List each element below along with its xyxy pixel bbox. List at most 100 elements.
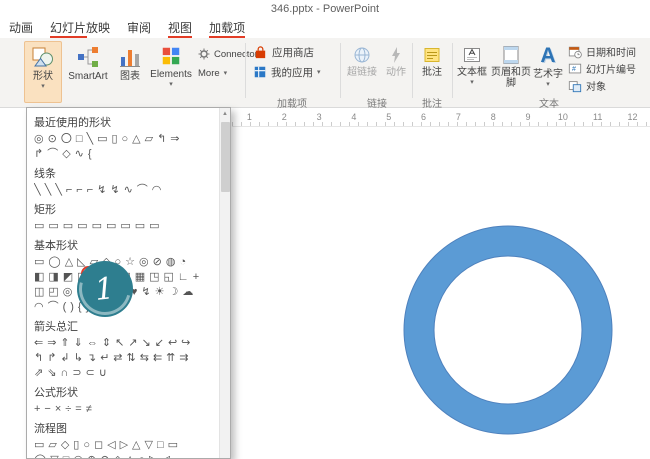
gear-icon bbox=[198, 48, 210, 60]
menu-bar: 动画 幻灯片放映 审阅 视图 加载项 bbox=[0, 18, 650, 38]
action-button[interactable]: 动作 bbox=[382, 41, 410, 103]
smartart-button[interactable]: SmartArt bbox=[64, 41, 112, 103]
chart-button[interactable]: 图表 bbox=[114, 41, 146, 103]
shape-category-title: 流程图 bbox=[34, 423, 216, 436]
dropdown-caret-icon: ▾ bbox=[41, 84, 45, 90]
textbox-button[interactable]: 文本框 ▾ bbox=[454, 41, 490, 103]
header-footer-label: 页眉和页脚 bbox=[491, 67, 531, 89]
header-footer-button[interactable]: 页眉和页脚 bbox=[490, 41, 532, 103]
panel-scrollbar[interactable]: ▲ bbox=[219, 108, 230, 458]
ruler-number: 2 bbox=[267, 111, 302, 126]
chart-icon bbox=[118, 45, 142, 69]
shape-category-title: 公式形状 bbox=[34, 387, 216, 400]
ruler-number: 1 bbox=[232, 111, 267, 126]
dropdown-caret-icon: ▾ bbox=[224, 69, 228, 77]
dropdown-caret-icon: ▾ bbox=[470, 80, 474, 86]
ruler: 123456789101112 bbox=[232, 111, 650, 127]
donut-shape[interactable] bbox=[402, 224, 614, 436]
dropdown-caret-icon: ▾ bbox=[546, 82, 550, 88]
comment-button[interactable]: 批注 bbox=[416, 41, 448, 103]
shape-row[interactable]: ↰↱↲↳↴↵⇄⇅⇆⇇⇈⇉ bbox=[34, 351, 216, 366]
hyperlink-label: 超链接 bbox=[347, 67, 377, 78]
shape-row[interactable]: +−×÷=≠ bbox=[34, 402, 216, 417]
shape-category-arrows: 箭头总汇 ⇐⇒⇑⇓⇔⇕↖↗↘↙↩↪ ↰↱↲↳↴↵⇄⇅⇆⇇⇈⇉ ⇗⇘∩⊃⊂∪ bbox=[34, 321, 216, 381]
datetime-button[interactable]: 日期和时间 bbox=[568, 44, 636, 59]
shape-row[interactable]: ╲╲╲⌐⌐⌐↯↯∿⌒◠ bbox=[34, 183, 216, 198]
app-store-label: 应用商店 bbox=[272, 45, 314, 60]
ribbon-group-label-comments: 批注 bbox=[412, 95, 452, 110]
my-apps-label: 我的应用 bbox=[271, 65, 313, 80]
window-title: 346.pptx - PowerPoint bbox=[271, 3, 379, 15]
ruler-number: 10 bbox=[545, 111, 580, 126]
shape-row[interactable]: ⇗⇘∩⊃⊂∪ bbox=[34, 366, 216, 381]
shape-category-recent: 最近使用的形状 ◎⊙〇□╲▭▯○△▱↰⇒ ↱⌒◇∿{ bbox=[34, 117, 216, 162]
scrollbar-thumb[interactable] bbox=[221, 122, 230, 192]
ruler-number: 3 bbox=[302, 111, 337, 126]
app-store-button[interactable]: 应用商店 bbox=[253, 44, 314, 60]
shape-row[interactable]: ▭▱◇▯○◻◁▷△▽□▭ bbox=[34, 438, 216, 453]
shape-category-title: 箭头总汇 bbox=[34, 321, 216, 334]
elements-icon bbox=[160, 45, 182, 67]
store-bag-icon bbox=[253, 45, 268, 60]
ruler-number: 9 bbox=[511, 111, 546, 126]
slide-number-label: 幻灯片编号 bbox=[586, 61, 636, 76]
shape-row[interactable]: ⇐⇒⇑⇓⇔⇕↖↗↘↙↩↪ bbox=[34, 336, 216, 351]
ribbon-separator bbox=[452, 43, 453, 98]
tab-slideshow[interactable]: 幻灯片放映 bbox=[50, 19, 110, 38]
object-label: 对象 bbox=[586, 78, 606, 93]
chart-label: 图表 bbox=[120, 71, 140, 82]
more-button[interactable]: More ▾ bbox=[198, 65, 227, 81]
shape-category-equation: 公式形状 +−×÷=≠ bbox=[34, 387, 216, 417]
comment-note-icon bbox=[422, 45, 442, 65]
shape-category-title: 矩形 bbox=[34, 204, 216, 217]
textbox-icon bbox=[462, 45, 482, 65]
elements-button[interactable]: Elements ▾ bbox=[148, 41, 194, 103]
lightning-icon bbox=[386, 45, 406, 65]
hyperlink-button[interactable]: 超链接 bbox=[344, 41, 380, 103]
action-label: 动作 bbox=[386, 67, 406, 78]
smartart-icon bbox=[76, 45, 100, 69]
wordart-icon: A bbox=[540, 45, 555, 67]
ribbon-separator bbox=[412, 43, 413, 98]
connector-button[interactable]: Connector bbox=[198, 46, 258, 62]
shape-row[interactable]: ▭◯△◺▱◇○☆◎⊘◍◔ bbox=[34, 255, 216, 270]
slide-number-icon: # bbox=[568, 62, 582, 76]
ribbon-separator bbox=[245, 43, 246, 98]
slide-canvas[interactable] bbox=[232, 127, 650, 459]
shapes-icon bbox=[31, 45, 55, 69]
shape-category-title: 线条 bbox=[34, 168, 216, 181]
shape-row[interactable]: ↱⌒◇∿{ bbox=[34, 147, 216, 162]
tab-view[interactable]: 视图 bbox=[168, 19, 192, 38]
wordart-button[interactable]: A 艺术字 ▾ bbox=[532, 41, 564, 103]
tab-addins[interactable]: 加载项 bbox=[209, 19, 245, 38]
shape-category-flowchart: 流程图 ▭▱◇▯○◻◁▷△▽□▭ ◯▽□◎⊕⊗◇△○▷◁▭ bbox=[34, 423, 216, 459]
ruler-number: 11 bbox=[580, 111, 615, 126]
ruler-number: 8 bbox=[476, 111, 511, 126]
scroll-up-icon[interactable]: ▲ bbox=[220, 108, 230, 120]
hash-glyph: # bbox=[572, 66, 576, 73]
ruler-number: 12 bbox=[615, 111, 650, 126]
shapes-button[interactable]: 形状 ▾ bbox=[24, 41, 62, 103]
more-label: More bbox=[198, 68, 220, 79]
datetime-icon bbox=[568, 45, 582, 59]
shape-category-lines: 线条 ╲╲╲⌐⌐⌐↯↯∿⌒◠ bbox=[34, 168, 216, 198]
shape-row[interactable]: ◎⊙〇□╲▭▯○△▱↰⇒ bbox=[34, 132, 216, 147]
my-apps-button[interactable]: 我的应用 ▾ bbox=[253, 64, 321, 80]
step-badge: 1 bbox=[77, 261, 133, 317]
dropdown-caret-icon: ▾ bbox=[317, 68, 321, 76]
datetime-label: 日期和时间 bbox=[586, 44, 636, 59]
wordart-label: 艺术字 bbox=[533, 69, 563, 80]
ribbon-separator bbox=[340, 43, 341, 98]
connector-label: Connector bbox=[214, 49, 258, 60]
elements-label: Elements bbox=[150, 69, 192, 80]
tab-animation[interactable]: 动画 bbox=[9, 19, 33, 38]
ribbon-group-label-addins: 加载项 bbox=[248, 95, 336, 110]
ruler-number: 4 bbox=[336, 111, 371, 126]
shape-category-title: 最近使用的形状 bbox=[34, 117, 216, 130]
object-button[interactable]: 对象 bbox=[568, 78, 606, 93]
slide-number-button[interactable]: # 幻灯片编号 bbox=[568, 61, 636, 76]
ribbon-group-label-text: 文本 bbox=[454, 95, 644, 110]
shape-row[interactable]: ◯▽□◎⊕⊗◇△○▷◁▭ bbox=[34, 453, 216, 459]
tab-review[interactable]: 审阅 bbox=[127, 19, 151, 38]
shape-row[interactable]: ▭▭▭▭▭▭▭▭▭ bbox=[34, 219, 216, 234]
